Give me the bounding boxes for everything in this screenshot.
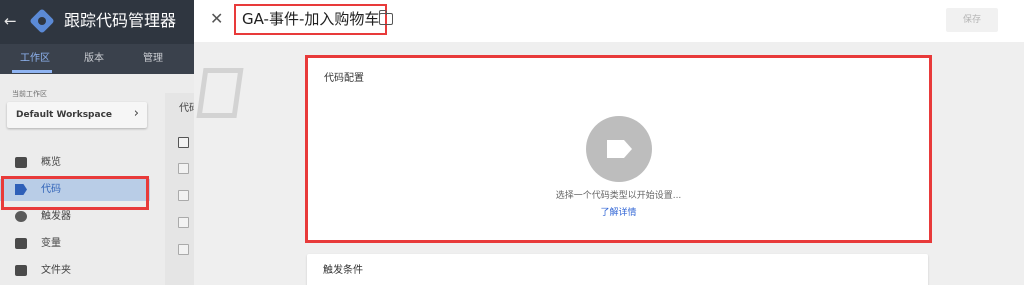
row-checkbox[interactable]	[178, 190, 189, 201]
variable-icon	[15, 238, 27, 249]
folder-icon	[15, 265, 27, 276]
workspace-name: Default Workspace	[16, 110, 113, 120]
sidebar-item-label: 文件夹	[41, 265, 71, 276]
chevron-right-icon: ›	[133, 106, 139, 121]
tag-configuration-title: 代码配置	[324, 73, 364, 84]
sidebar-item-variables[interactable]: 变量	[0, 233, 150, 255]
choose-tag-type-icon[interactable]	[586, 116, 652, 182]
tab-admin[interactable]: 管理	[143, 52, 163, 65]
sidebar-item-label: 代码	[41, 184, 61, 195]
sidebar-item-label: 变量	[41, 238, 61, 249]
tag-editor-header: ✕ GA-事件-加入购物车 保存	[194, 0, 1024, 42]
sidebar-item-label: 概览	[41, 157, 61, 168]
row-checkbox[interactable]	[178, 217, 189, 228]
back-arrow-icon[interactable]: ←	[4, 11, 17, 31]
overview-icon	[15, 157, 27, 168]
tag-configuration-hint: 选择一个代码类型以开始设置...	[555, 191, 682, 201]
tag-icon	[607, 140, 632, 158]
workspace-label: 当前工作区	[12, 90, 47, 98]
trigger-icon	[15, 211, 27, 222]
row-checkbox[interactable]	[178, 244, 189, 255]
active-tab-indicator	[12, 70, 52, 73]
workspace-selector[interactable]: Default Workspace ›	[7, 102, 147, 128]
sidebar-item-tags[interactable]: 代码	[0, 179, 150, 201]
tab-versions[interactable]: 版本	[84, 52, 104, 65]
select-all-checkbox[interactable]	[178, 137, 189, 148]
tag-icon	[15, 184, 27, 195]
close-icon[interactable]: ✕	[210, 8, 223, 30]
learn-more-link[interactable]: 了解详情	[308, 207, 929, 219]
gtm-logo-icon	[29, 8, 55, 34]
triggering-card[interactable]: 触发条件	[307, 254, 928, 285]
folder-icon[interactable]	[378, 10, 393, 25]
app-title: 跟踪代码管理器	[64, 11, 177, 30]
tab-workspace[interactable]: 工作区	[20, 52, 50, 65]
sidebar-item-folders[interactable]: 文件夹	[0, 260, 150, 282]
row-checkbox[interactable]	[178, 163, 189, 174]
sidebar-item-label: 触发器	[41, 211, 71, 222]
triggering-title: 触发条件	[323, 265, 363, 276]
tag-configuration-card[interactable]: 代码配置 选择一个代码类型以开始设置... 了解详情	[305, 55, 932, 243]
tag-name-field[interactable]: GA-事件-加入购物车	[234, 4, 388, 35]
save-button[interactable]: 保存	[946, 8, 998, 32]
sidebar-item-triggers[interactable]: 触发器	[0, 206, 150, 228]
sidebar-item-overview[interactable]: 概览	[0, 152, 150, 174]
